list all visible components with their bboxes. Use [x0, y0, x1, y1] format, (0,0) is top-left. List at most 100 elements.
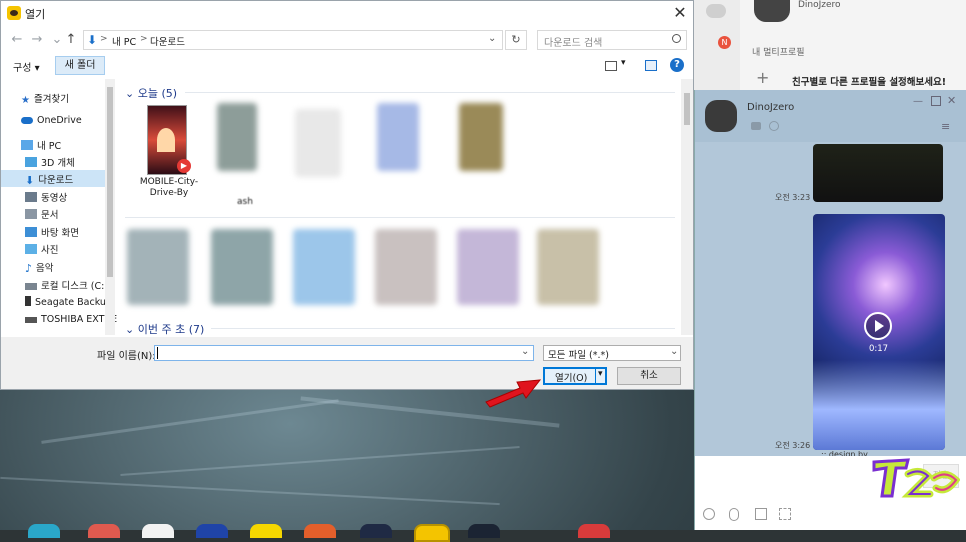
- kakao-app-icon: [7, 6, 21, 20]
- sidebar-item-local-disk[interactable]: 로컬 디스크 (C:): [25, 278, 108, 294]
- file-list-scrollbar[interactable]: [681, 79, 693, 335]
- emoji-icon[interactable]: [703, 508, 715, 520]
- file-list: ⌄ 오늘 (5) ▶ MOBILE-City-Drive-By ash ⌄ 이번…: [119, 79, 681, 337]
- sidebar-item-label: OneDrive: [37, 115, 82, 126]
- play-icon[interactable]: [864, 312, 892, 340]
- menu-icon[interactable]: ≡: [941, 120, 950, 133]
- up-arrow-icon[interactable]: ↑: [63, 32, 79, 48]
- address-bar[interactable]: ⬇ > 내 PC > 다운로드 ⌄: [83, 30, 503, 50]
- sidebar-item-downloads[interactable]: ⬇ 다운로드: [25, 172, 73, 188]
- back-arrow-icon[interactable]: ←: [9, 32, 25, 48]
- sidebar-item-desktop[interactable]: 바탕 화면: [25, 225, 79, 241]
- cube-icon: [25, 157, 37, 167]
- dialog-title: 열기: [25, 8, 46, 21]
- taskbar-app[interactable]: [142, 524, 174, 538]
- file-name[interactable]: MOBILE-City-Drive-By: [133, 177, 205, 199]
- help-icon[interactable]: ?: [670, 58, 684, 72]
- preview-pane-icon[interactable]: [645, 60, 657, 71]
- refresh-icon[interactable]: ↻: [505, 30, 527, 50]
- sidebar-item-pictures[interactable]: 사진: [25, 242, 58, 258]
- taskbar-app[interactable]: [360, 524, 392, 538]
- file-thumbnail-blurred[interactable]: [377, 103, 419, 171]
- avatar[interactable]: [705, 100, 737, 132]
- music-icon: ♪: [25, 262, 33, 275]
- file-thumbnail-blurred[interactable]: [457, 229, 519, 305]
- taskbar-app[interactable]: [414, 524, 450, 542]
- file-thumbnail-blurred[interactable]: [537, 229, 599, 305]
- search-placeholder: 다운로드 검색: [544, 38, 603, 49]
- taskbar-app[interactable]: [88, 524, 120, 538]
- cancel-button[interactable]: 취소: [617, 367, 681, 385]
- sidebar-item-videos[interactable]: 동영상: [25, 190, 67, 206]
- breadcrumb-sep: >: [140, 34, 148, 44]
- breadcrumb-item[interactable]: 내 PC: [112, 34, 136, 48]
- sidebar-item-3d-objects[interactable]: 3D 개체: [25, 155, 75, 171]
- navigation-row: ← → ⌄ ↑ ⬇ > 내 PC > 다운로드 ⌄ ↻ 다운로드 검색: [1, 27, 693, 53]
- text-cursor: [157, 347, 158, 359]
- document-icon: [25, 209, 37, 219]
- file-thumbnail-blurred[interactable]: [295, 109, 341, 177]
- close-icon[interactable]: ✕: [947, 94, 956, 107]
- group-header-earlier-this-week[interactable]: ⌄ 이번 주 초 (7): [125, 321, 204, 337]
- scrollbar-thumb[interactable]: [684, 93, 690, 125]
- maximize-icon[interactable]: [931, 96, 941, 106]
- scrollbar-thumb[interactable]: [107, 87, 113, 277]
- screenshot-icon[interactable]: [779, 508, 791, 520]
- chat-header: DinoJzero — ✕ ≡: [695, 90, 966, 142]
- sidebar-item-seagate[interactable]: Seagate Backup: [25, 296, 112, 312]
- message-time: 오전 3:23: [775, 193, 811, 202]
- chevron-down-icon[interactable]: ▾: [598, 369, 603, 379]
- file-thumbnail-blurred[interactable]: [459, 103, 503, 171]
- file-thumbnail-blurred[interactable]: [217, 103, 257, 171]
- view-options-icon[interactable]: [605, 61, 617, 71]
- chevron-down-icon[interactable]: ⌄: [488, 33, 496, 44]
- forward-arrow-icon[interactable]: →: [29, 32, 45, 48]
- sidebar-item-onedrive[interactable]: OneDrive: [21, 115, 82, 131]
- chat-icon[interactable]: [706, 4, 726, 18]
- sidebar-item-label: 다운로드: [38, 175, 74, 186]
- friend-prompt[interactable]: 친구별로 다른 프로필을 설정해보세요!: [792, 74, 946, 88]
- chevron-down-icon[interactable]: ▾: [621, 58, 626, 68]
- taskbar-app[interactable]: [304, 524, 336, 538]
- avatar[interactable]: [754, 0, 790, 22]
- taskbar-app[interactable]: [196, 524, 228, 538]
- divider: [185, 92, 675, 93]
- search-icon[interactable]: [769, 121, 779, 131]
- download-icon: ⬇: [87, 33, 98, 47]
- filename-input[interactable]: ⌄: [154, 345, 534, 361]
- group-header-today[interactable]: ⌄ 오늘 (5): [125, 85, 177, 101]
- add-icon[interactable]: +: [756, 68, 769, 87]
- filetype-select[interactable]: 모든 파일 (*.*) ⌄: [543, 345, 681, 361]
- drive-icon: [25, 283, 37, 290]
- taskbar-app[interactable]: [250, 524, 282, 538]
- sidebar-item-favorites[interactable]: ★ 즐겨찾기: [21, 91, 69, 107]
- organize-button[interactable]: 구성 ▾: [13, 59, 40, 74]
- home-icon[interactable]: [751, 122, 761, 130]
- image-message[interactable]: [813, 144, 943, 202]
- file-thumbnail-blurred[interactable]: [375, 229, 437, 305]
- file-thumbnail-blurred[interactable]: [211, 229, 273, 305]
- minimize-icon[interactable]: —: [913, 96, 923, 107]
- close-button[interactable]: ✕: [669, 3, 691, 23]
- sidebar-item-label: 3D 개체: [41, 158, 75, 169]
- sidebar-item-toshiba[interactable]: TOSHIBA EXT (E: [25, 314, 117, 330]
- attach-icon[interactable]: [729, 508, 739, 521]
- open-button[interactable]: 열기(O) ▾: [543, 367, 607, 385]
- capture-icon[interactable]: [755, 508, 767, 520]
- breadcrumb-item[interactable]: 다운로드: [150, 34, 185, 48]
- file-thumbnail-blurred[interactable]: [293, 229, 355, 305]
- chevron-down-icon[interactable]: ⌄: [521, 346, 529, 357]
- taskbar-app[interactable]: [578, 524, 610, 538]
- sidebar-scrollbar[interactable]: [105, 79, 115, 335]
- new-folder-button[interactable]: 새 폴더: [55, 56, 105, 75]
- cloud-icon: [21, 117, 33, 124]
- sidebar-item-music[interactable]: ♪ 음악: [25, 260, 54, 276]
- taskbar-app[interactable]: [468, 524, 500, 538]
- open-file-dialog: 열기 ✕ ← → ⌄ ↑ ⬇ > 내 PC > 다운로드 ⌄ ↻ 다운로드 검색…: [0, 0, 694, 390]
- sidebar-item-this-pc[interactable]: 내 PC: [21, 138, 61, 154]
- sidebar-item-documents[interactable]: 문서: [25, 207, 58, 223]
- dialog-titlebar[interactable]: 열기 ✕: [1, 1, 693, 25]
- search-input[interactable]: 다운로드 검색: [537, 30, 687, 50]
- taskbar-app[interactable]: [28, 524, 60, 538]
- file-thumbnail-blurred[interactable]: [127, 229, 189, 305]
